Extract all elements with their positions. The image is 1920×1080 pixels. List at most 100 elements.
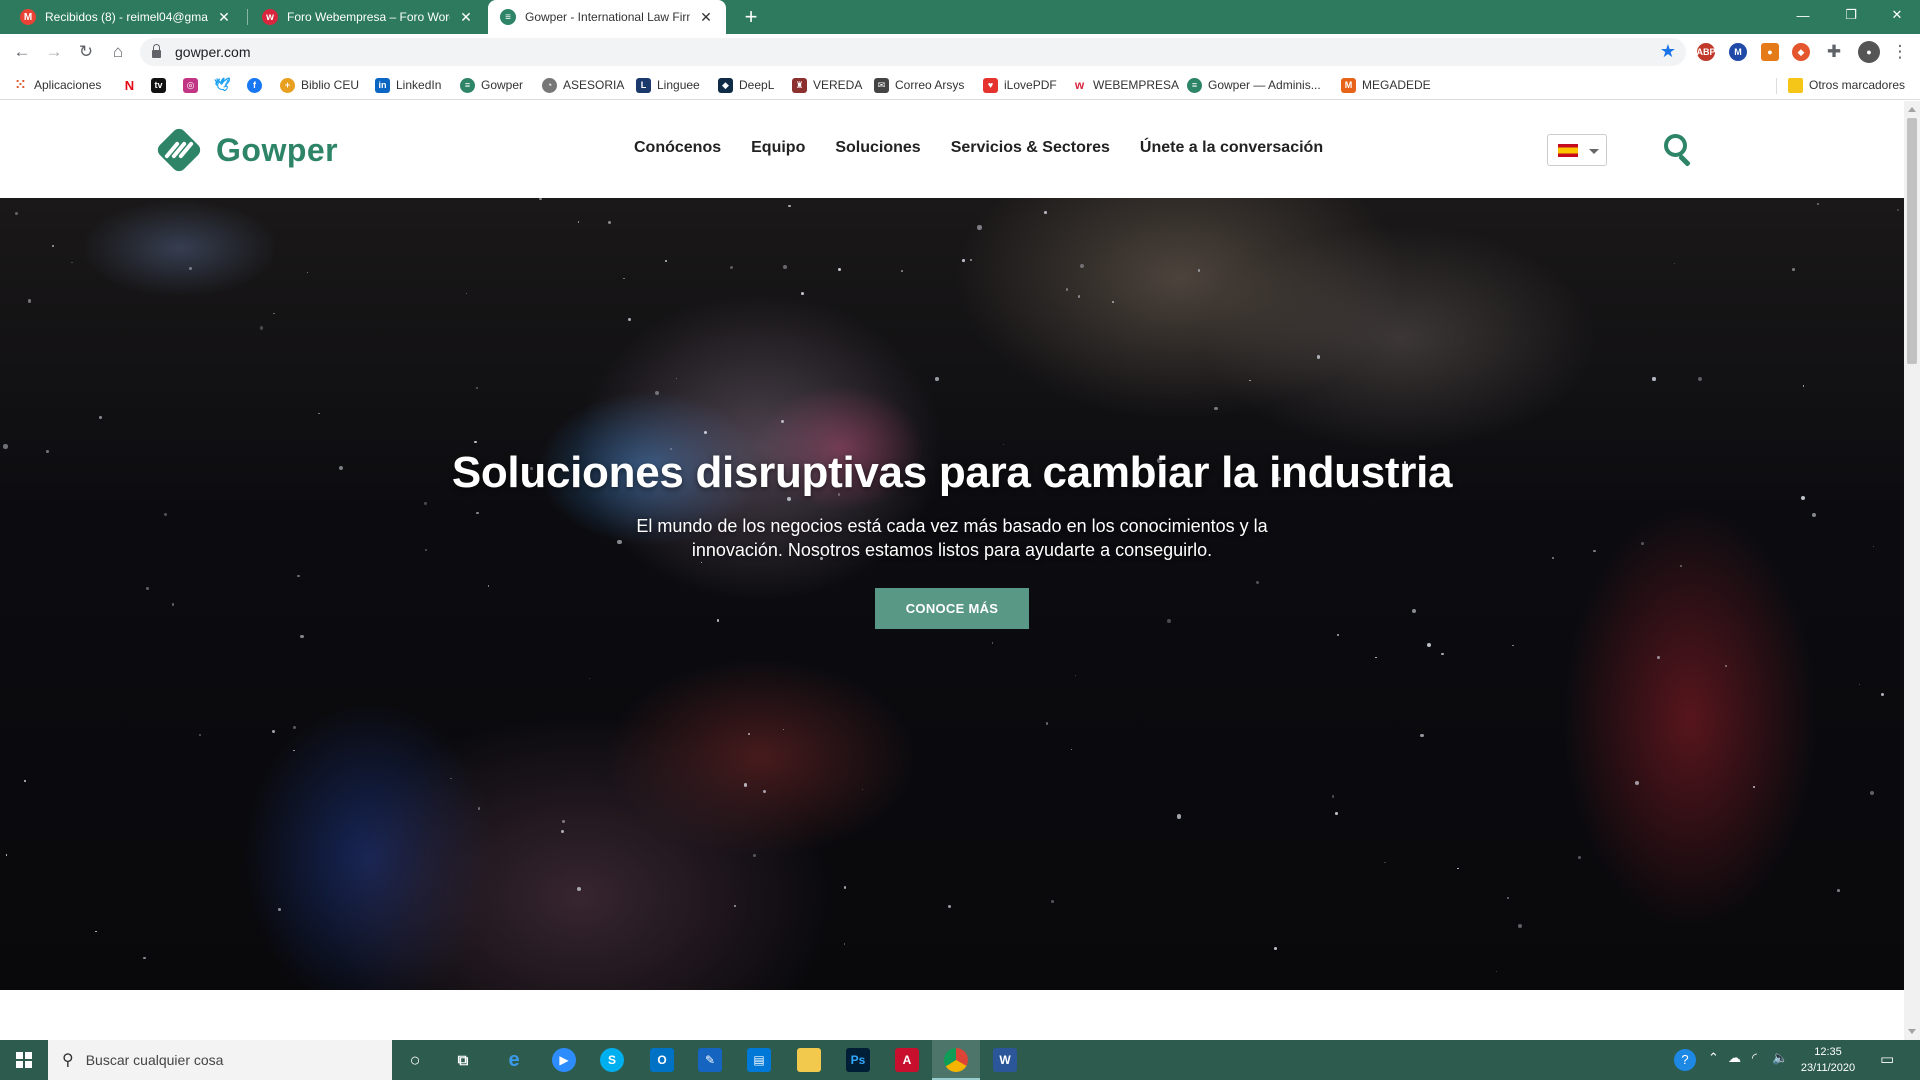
main-nav: Conócenos Equipo Soluciones Servicios & … xyxy=(634,139,1323,157)
hero-particle xyxy=(627,317,631,321)
bookmark-megadede[interactable]: M MEGADEDE xyxy=(1341,76,1431,94)
minimize-button[interactable]: — xyxy=(1780,0,1826,30)
file-explorer-icon[interactable] xyxy=(797,1048,821,1072)
hero-particle xyxy=(1331,795,1335,798)
bookmark-label: iLovePDF xyxy=(1004,78,1057,92)
bookmark-label: Otros marcadores xyxy=(1809,78,1906,92)
hero-particle xyxy=(1674,262,1676,264)
bookmark-deepl[interactable]: ◆ DeepL xyxy=(718,76,774,94)
task-view-icon[interactable]: ⧉ xyxy=(451,1048,475,1072)
chrome-icon[interactable] xyxy=(944,1048,968,1072)
store-icon[interactable]: ▤ xyxy=(747,1048,771,1072)
close-tab-icon[interactable]: ✕ xyxy=(458,9,474,26)
close-tab-icon[interactable]: ✕ xyxy=(698,9,714,26)
profile-avatar[interactable]: ● xyxy=(1858,41,1880,63)
tab-gmail[interactable]: M Recibidos (8) - reimel04@gmail.c ✕ xyxy=(8,0,244,34)
tab-webempresa[interactable]: w Foro Webempresa – Foro WordPr ✕ xyxy=(250,0,486,34)
hero-particle xyxy=(780,419,784,423)
bookmark-asesoria[interactable]: ◔ ASESORIA xyxy=(542,76,624,94)
bookmark-facebook[interactable]: f xyxy=(247,76,268,94)
scrollbar-thumb[interactable] xyxy=(1907,118,1917,364)
clock-date: 23/11/2020 xyxy=(1800,1062,1856,1074)
bookmark-netflix[interactable]: N xyxy=(122,76,143,94)
bookmark-apps[interactable]: ⁙ Aplicaciones xyxy=(13,76,101,94)
bookmark-instagram[interactable]: ◎ xyxy=(183,76,204,94)
clock-time: 12:35 xyxy=(1814,1046,1842,1058)
scroll-up-icon[interactable] xyxy=(1908,107,1916,112)
nav-servicios-sectores[interactable]: Servicios & Sectores xyxy=(951,139,1110,157)
tab-gowper[interactable]: ≡ Gowper - International Law Firm ✕ xyxy=(488,0,726,34)
extension-m-icon[interactable]: M xyxy=(1729,43,1747,61)
bookmark-biblio-ceu[interactable]: + Biblio CEU xyxy=(280,76,359,94)
language-selector[interactable] xyxy=(1547,134,1607,166)
bookmark-gowper[interactable]: ≡ Gowper xyxy=(460,76,523,94)
extension-flame-icon[interactable]: ◆ xyxy=(1792,43,1810,61)
hero-particle xyxy=(272,729,276,733)
site-search-icon[interactable] xyxy=(1662,132,1696,167)
close-tab-icon[interactable]: ✕ xyxy=(216,9,232,26)
linkedin-icon: in xyxy=(375,77,390,93)
asesoria-icon: ◔ xyxy=(542,77,557,93)
taskbar-search[interactable]: ⚲ Buscar cualquier cosa xyxy=(48,1040,392,1080)
bookmark-gowper-admin[interactable]: ≡ Gowper — Adminis... xyxy=(1187,76,1321,94)
wifi-icon[interactable]: ◜ xyxy=(1752,1050,1757,1066)
hero-particle xyxy=(474,441,477,444)
bookmark-linguee[interactable]: L Linguee xyxy=(636,76,700,94)
onedrive-icon[interactable]: ☁ xyxy=(1728,1050,1741,1066)
nav-equipo[interactable]: Equipo xyxy=(751,139,805,157)
nav-soluciones[interactable]: Soluciones xyxy=(835,139,920,157)
bookmark-vereda[interactable]: ♜ VEREDA xyxy=(792,76,862,94)
bookmark-other-folder[interactable]: Otros marcadores xyxy=(1788,76,1905,94)
bookmark-atv[interactable]: tv xyxy=(151,76,172,94)
tray-chevron-icon[interactable]: ⌃ xyxy=(1708,1050,1719,1066)
notifications-icon[interactable]: ▭ xyxy=(1880,1050,1894,1068)
close-window-button[interactable]: ✕ xyxy=(1874,0,1920,30)
scroll-down-icon[interactable] xyxy=(1908,1029,1916,1034)
word-icon[interactable]: W xyxy=(993,1048,1017,1072)
zoom-icon[interactable]: ▶ xyxy=(552,1048,576,1072)
extensions-puzzle-icon[interactable]: ✚ xyxy=(1822,40,1846,64)
hero-particle xyxy=(1274,947,1277,950)
forward-icon[interactable]: → xyxy=(42,40,66,64)
new-tab-button[interactable]: + xyxy=(738,4,764,30)
photoshop-icon[interactable]: Ps xyxy=(846,1048,870,1072)
bookmark-linkedin[interactable]: in LinkedIn xyxy=(375,76,441,94)
restore-button[interactable]: ❐ xyxy=(1828,0,1874,30)
gowper-logo[interactable]: Gowper xyxy=(154,125,338,175)
acrobat-icon[interactable]: A xyxy=(895,1048,919,1072)
cortana-icon[interactable]: ○ xyxy=(403,1048,427,1072)
adblock-icon[interactable]: ABP xyxy=(1697,43,1716,61)
help-icon[interactable]: ? xyxy=(1674,1049,1696,1071)
bookmarks-bar: ⁙ Aplicaciones N tv ◎ 🕊 f + Biblio CEU i… xyxy=(0,70,1920,100)
reload-icon[interactable]: ↻ xyxy=(74,40,98,64)
bookmark-correo-arsys[interactable]: ✉ Correo Arsys xyxy=(874,76,964,94)
hero-particle xyxy=(306,271,309,274)
conoce-mas-button[interactable]: Conoce más xyxy=(875,588,1029,629)
hero-particle xyxy=(1071,748,1073,750)
back-icon[interactable]: ← xyxy=(10,40,34,64)
outlook-icon[interactable]: O xyxy=(650,1048,674,1072)
hero-particle xyxy=(1507,897,1509,899)
address-bar[interactable]: gowper.com ★ xyxy=(140,38,1686,66)
bookmark-twitter[interactable]: 🕊 xyxy=(214,76,236,94)
edge-icon[interactable]: e xyxy=(502,1048,526,1072)
volume-icon[interactable]: 🔈 xyxy=(1772,1050,1788,1066)
bookmark-star-icon[interactable]: ★ xyxy=(1660,41,1676,62)
home-icon[interactable]: ⌂ xyxy=(106,40,130,64)
hero-particle xyxy=(1419,733,1424,738)
skype-icon[interactable]: S xyxy=(600,1048,624,1072)
hero-particle xyxy=(782,265,787,269)
hero-particle xyxy=(962,259,965,262)
hero-particle xyxy=(588,678,590,680)
bookmark-webempresa[interactable]: w WEBEMPRESA xyxy=(1072,76,1179,94)
menu-kebab-icon[interactable]: ⋮ xyxy=(1888,40,1912,64)
bookmark-ilovepdf[interactable]: ♥ iLovePDF xyxy=(983,76,1057,94)
pen-app-icon[interactable]: ✎ xyxy=(698,1048,722,1072)
start-button[interactable] xyxy=(0,1040,48,1080)
extension-badge-icon[interactable]: ● xyxy=(1761,43,1779,61)
system-clock[interactable]: 12:35 23/11/2020 xyxy=(1788,1044,1868,1076)
nav-unete-conversacion[interactable]: Únete a la conversación xyxy=(1140,139,1323,157)
page-scrollbar[interactable] xyxy=(1904,101,1920,1040)
hero-particle xyxy=(1044,211,1047,214)
nav-conocenos[interactable]: Conócenos xyxy=(634,139,721,157)
